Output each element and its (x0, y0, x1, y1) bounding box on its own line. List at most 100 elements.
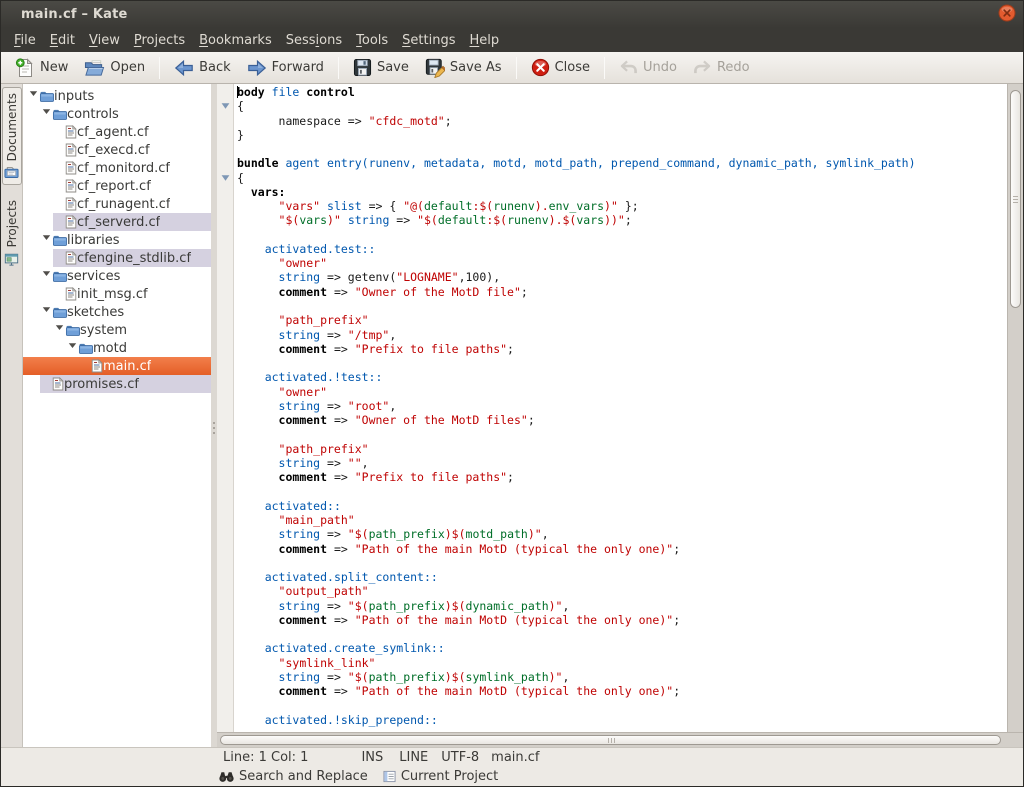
insert-mode-indicator: INS (361, 750, 383, 765)
project-list-icon (383, 770, 396, 783)
editor-text-area[interactable]: body file control{ namespace => "cfdc_mo… (234, 84, 1007, 732)
fold-arrow-icon[interactable] (217, 171, 233, 185)
gutter-cell (217, 299, 233, 313)
file-icon (91, 359, 103, 373)
code-line: string => "$(path_prefix)$(dynamic_path)… (237, 599, 1007, 613)
tree-item-cf-serverd-cf[interactable]: cf_serverd.cf (23, 213, 211, 231)
expander-icon[interactable] (40, 105, 52, 123)
code-line: "path_prefix" (237, 442, 1007, 456)
tree-item-label: system (80, 323, 127, 338)
code-line: activated.test:: (237, 242, 1007, 256)
panel-splitter[interactable] (211, 84, 217, 747)
toolview-button-label: Search and Replace (239, 769, 368, 784)
horizontal-scrollbar-handle[interactable] (220, 735, 1001, 745)
tree-item-cf-report-cf[interactable]: cf_report.cf (23, 177, 211, 195)
vertical-scrollbar[interactable] (1007, 84, 1023, 732)
tree-item-libraries[interactable]: libraries (23, 231, 211, 249)
tree-item-cf-runagent-cf[interactable]: cf_runagent.cf (23, 195, 211, 213)
expander-icon[interactable] (40, 303, 52, 321)
file-icon (65, 251, 77, 265)
save-as-button[interactable]: Save As (417, 55, 510, 81)
sidebar-tab-projects[interactable]: Projects (2, 194, 22, 271)
save-button[interactable]: Save (345, 55, 417, 80)
current-project-button[interactable]: Current Project (383, 769, 498, 784)
gutter-cell (217, 599, 233, 613)
file-icon (52, 377, 64, 391)
tree-item-cf-execd-cf[interactable]: cf_execd.cf (23, 141, 211, 159)
menu-item-file[interactable]: File (7, 30, 43, 51)
tree-row-content: system (53, 321, 211, 339)
folder-icon (52, 233, 67, 247)
tree-item-sketches[interactable]: sketches (23, 303, 211, 321)
tree-item-cf-monitord-cf[interactable]: cf_monitord.cf (23, 159, 211, 177)
tree-item-inputs[interactable]: inputs (23, 87, 211, 105)
horizontal-scrollbar[interactable] (217, 732, 1023, 747)
expander-icon[interactable] (53, 321, 65, 339)
documents-tab-icon (4, 165, 19, 180)
tree-item-promises-cf[interactable]: promises.cf (23, 375, 211, 393)
sidebar-tab-documents[interactable]: Documents (2, 87, 22, 185)
menu-item-help[interactable]: Help (463, 30, 507, 51)
code-line (237, 356, 1007, 370)
undo-button: Undo (611, 56, 685, 79)
menu-item-tools[interactable]: Tools (349, 30, 395, 51)
expander-icon[interactable] (27, 87, 39, 105)
tree-row-content: inputs (27, 87, 211, 105)
new-document-icon (15, 58, 35, 78)
menu-item-sessions[interactable]: Sessions (279, 30, 349, 51)
vertical-scrollbar-handle[interactable] (1010, 90, 1021, 308)
file-icon (65, 143, 77, 157)
new-button[interactable]: New (7, 55, 76, 81)
code-line (237, 627, 1007, 641)
file-icon (65, 197, 77, 211)
code-line: comment => "Path of the main MotD (typic… (237, 542, 1007, 556)
code-line: comment => "Prefix to file paths"; (237, 470, 1007, 484)
expander-icon[interactable] (66, 339, 78, 357)
tree-item-services[interactable]: services (23, 267, 211, 285)
fold-arrow-icon[interactable] (217, 99, 233, 113)
editor-pane: body file control{ namespace => "cfdc_mo… (217, 84, 1023, 747)
tree-item-init-msg-cf[interactable]: init_msg.cf (23, 285, 211, 303)
toolbar-button-label: Back (199, 60, 231, 75)
sidebar-tab-label: Projects (5, 200, 19, 247)
tree-item-controls[interactable]: controls (23, 105, 211, 123)
code-line: body file control (237, 85, 1007, 99)
tree-row-content: cf_agent.cf (53, 123, 211, 141)
menu-item-view[interactable]: View (82, 30, 127, 51)
tree-item-system[interactable]: system (23, 321, 211, 339)
code-line (237, 556, 1007, 570)
gutter-cell (217, 328, 233, 342)
tree-item-label: inputs (54, 89, 94, 104)
kate-window: main.cf – Kate FileEditViewProjectsBookm… (0, 0, 1024, 787)
toolbar-button-label: Open (110, 60, 145, 75)
open-button[interactable]: Open (76, 55, 153, 81)
close-button[interactable]: Close (523, 55, 598, 80)
search-and-replace-button[interactable]: Search and Replace (219, 769, 368, 784)
code-line: comment => "Owner of the MotD files"; (237, 413, 1007, 427)
tree-item-label: cf_execd.cf (77, 143, 150, 158)
code-line: "output_path" (237, 584, 1007, 598)
gutter-cell (217, 670, 233, 684)
toolview-bar: Search and Replace Current Project (1, 766, 1023, 786)
toolbar: New Open Back Forward SaveSave As Close UndoRe… (1, 52, 1023, 84)
tree-item-label: main.cf (103, 359, 151, 374)
tree-item-cfengine-stdlib-cf[interactable]: cfengine_stdlib.cf (23, 249, 211, 267)
window-close-button[interactable] (997, 5, 1016, 24)
menu-item-settings[interactable]: Settings (395, 30, 462, 51)
tree-item-label: promises.cf (64, 377, 139, 392)
tree-item-motd[interactable]: motd (23, 339, 211, 357)
menu-item-edit[interactable]: Edit (43, 30, 82, 51)
redo-button: Redo (685, 56, 758, 79)
window-title: main.cf – Kate (21, 7, 128, 22)
tree-row-content: cf_serverd.cf (53, 213, 211, 231)
expander-icon[interactable] (40, 231, 52, 249)
forward-button[interactable]: Forward (239, 56, 332, 80)
tree-item-main-cf[interactable]: main.cf (23, 357, 211, 375)
expander-icon[interactable] (40, 267, 52, 285)
menu-item-bookmarks[interactable]: Bookmarks (192, 30, 279, 51)
menu-item-projects[interactable]: Projects (127, 30, 192, 51)
tree-item-cf-agent-cf[interactable]: cf_agent.cf (23, 123, 211, 141)
tree-item-label: cf_agent.cf (77, 125, 149, 140)
close-document-icon (531, 58, 550, 77)
back-button[interactable]: Back (166, 56, 239, 80)
